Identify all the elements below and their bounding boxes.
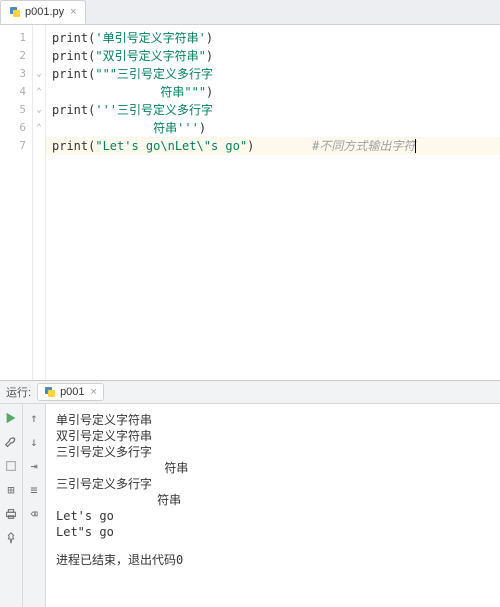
fold-column: ⌄⌃⌄⌃: [33, 25, 46, 380]
python-file-icon: [9, 6, 21, 18]
code-token: ): [199, 121, 206, 135]
code-token: print: [52, 139, 88, 153]
code-token: ): [206, 49, 213, 63]
console-line: 符串: [56, 460, 492, 476]
clear-icon[interactable]: ⌫: [26, 506, 42, 522]
console-line: Let"s go: [56, 524, 492, 540]
console-line: 三引号定义多行字: [56, 444, 492, 460]
layout-icon[interactable]: ⊞: [3, 482, 19, 498]
code-token: '单引号定义字符串': [95, 31, 205, 45]
stop-button[interactable]: [3, 458, 19, 474]
active-line: print("Let's go\nLet\"s go") #不同方式输出字符: [46, 137, 500, 155]
code-token: """三引号定义多行字: [95, 67, 213, 81]
code-token: "双引号定义字符串": [95, 49, 205, 63]
run-header: 运行: p001 ×: [0, 381, 500, 404]
scroll-to-end-icon[interactable]: ≡: [26, 482, 42, 498]
line-number: 1: [0, 29, 32, 47]
fold-marker-icon[interactable]: ⌃: [33, 83, 45, 101]
console-line: 双引号定义字符串: [56, 428, 492, 444]
file-tab-label: p001.py: [25, 6, 64, 18]
code-token: ): [206, 31, 213, 45]
code-comment: #不同方式输出字符: [312, 139, 415, 153]
run-config-tab[interactable]: p001 ×: [37, 383, 104, 401]
editor-pane: p001.py × 1 2 3 4 5 6 7 ⌄⌃⌄⌃ print('单引号定…: [0, 0, 500, 381]
fold-marker-icon[interactable]: ⌄: [33, 101, 45, 119]
code-token: ): [206, 85, 213, 99]
soft-wrap-icon[interactable]: ⇥: [26, 458, 42, 474]
code-area[interactable]: print('单引号定义字符串') print("双引号定义字符串") prin…: [46, 25, 500, 380]
run-toolbar-col1: ⊞: [0, 404, 23, 607]
code-editor[interactable]: 1 2 3 4 5 6 7 ⌄⌃⌄⌃ print('单引号定义字符串') pri…: [0, 25, 500, 380]
run-config-name: p001: [60, 386, 84, 398]
code-token: print: [52, 31, 88, 45]
line-gutter: 1 2 3 4 5 6 7: [0, 25, 33, 380]
code-token: '''三引号定义多行字: [95, 103, 213, 117]
console-line: 单引号定义字符串: [56, 412, 492, 428]
down-arrow-icon[interactable]: ↓: [26, 434, 42, 450]
fold-marker-icon[interactable]: ⌃: [33, 119, 45, 137]
text-cursor: [415, 139, 416, 153]
line-number: 4: [0, 83, 32, 101]
code-token: 符串''': [52, 121, 199, 135]
file-tab[interactable]: p001.py ×: [0, 0, 86, 24]
code-token: "Let's go\nLet\"s go": [95, 139, 247, 153]
code-token: print: [52, 67, 88, 81]
code-token: print: [52, 49, 88, 63]
console-output[interactable]: 单引号定义字符串 双引号定义字符串 三引号定义多行字 符串 三引号定义多行字 符…: [46, 404, 500, 607]
print-icon[interactable]: [3, 506, 19, 522]
code-token: 符串""": [52, 85, 206, 99]
line-number: 7: [0, 137, 32, 155]
run-button[interactable]: [3, 410, 19, 426]
editor-tabbar: p001.py ×: [0, 0, 500, 25]
console-line: Let's go: [56, 508, 492, 524]
wrench-icon[interactable]: [3, 434, 19, 450]
console-line: 三引号定义多行字: [56, 476, 492, 492]
process-exit-line: 进程已结束，退出代码0: [56, 552, 492, 568]
line-number: 2: [0, 47, 32, 65]
pin-icon[interactable]: [3, 530, 19, 546]
code-token: print: [52, 103, 88, 117]
run-toolbar-col2: ↑ ↓ ⇥ ≡ ⌫: [23, 404, 46, 607]
up-arrow-icon[interactable]: ↑: [26, 410, 42, 426]
line-number: 5: [0, 101, 32, 119]
run-body: ⊞ ↑ ↓ ⇥ ≡ ⌫ 单引号定义字符串 双引号定义字符串 三引号定义多行字 符…: [0, 404, 500, 607]
line-number: 6: [0, 119, 32, 137]
fold-marker-icon[interactable]: ⌄: [33, 65, 45, 83]
close-icon[interactable]: ×: [70, 6, 76, 18]
run-label: 运行:: [6, 384, 31, 400]
python-file-icon: [44, 386, 56, 398]
run-panel: 运行: p001 × ⊞ ↑ ↓ ⇥ ≡ ⌫ 单引号定义字符串 双引号定义字符串…: [0, 381, 500, 607]
close-icon[interactable]: ×: [91, 386, 97, 398]
line-number: 3: [0, 65, 32, 83]
console-line: 符串: [56, 492, 492, 508]
